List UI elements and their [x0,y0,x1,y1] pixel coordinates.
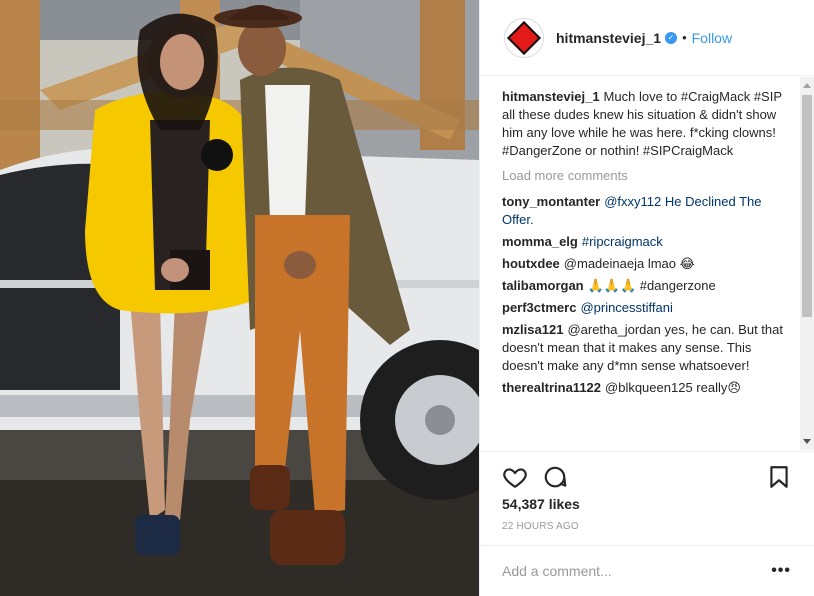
comment-item: tony_montanter @fxxy112 He Declined The O… [502,193,791,229]
action-bar [480,451,814,496]
comment-username[interactable]: perf3ctmerc [502,300,576,315]
heart-icon[interactable] [502,464,528,490]
comment-username[interactable]: tony_montanter [502,194,600,209]
post-caption: hitmansteviej_1 Much love to #CraigMack #… [502,88,791,160]
header-username[interactable]: hitmansteviej_1 [556,30,661,46]
comment-username[interactable]: momma_elg [502,234,578,249]
scroll-up-arrow-icon[interactable] [803,83,811,88]
comment-text: @princesstiffani [580,300,673,315]
comment-item: talibamorgan 🙏🙏🙏 #dangerzone [502,277,791,295]
post-timestamp: 22 HOURS AGO [502,521,579,532]
scroll-down-arrow-icon[interactable] [803,439,811,444]
comment-username[interactable]: houtxdee [502,256,560,271]
comment-item: mzlisa121 @aretha_jordan yes, he can. But… [502,321,791,375]
post-panel: hitmansteviej_1 ✓ • Follow hitmansteviej… [479,0,814,596]
comment-username[interactable]: mzlisa121 [502,322,563,337]
post-photo[interactable] [0,0,479,596]
comment-item: perf3ctmerc @princesstiffani [502,299,791,317]
avatar[interactable] [504,17,544,58]
load-more-comments-button[interactable]: Load more comments [502,168,791,183]
comment-item: houtxdee @madeinaeja lmao 😂 [502,255,791,273]
caption-username[interactable]: hitmansteviej_1 [502,89,600,104]
comments-section: hitmansteviej_1 Much love to #CraigMack #… [480,77,814,450]
header-separator: • [682,30,687,45]
comment-bubble-icon[interactable] [542,464,568,490]
verified-badge-icon: ✓ [665,31,678,44]
comment-text: @blkqueen125 really😠 [605,380,741,395]
comment-item: momma_elg #ripcraigmack [502,233,791,251]
comment-text: @madeinaeja lmao 😂 [563,256,695,271]
add-comment-input[interactable] [502,563,772,579]
follow-button[interactable]: Follow [692,30,732,46]
add-comment-bar: ••• [480,545,814,596]
post-header: hitmansteviej_1 ✓ • Follow [480,0,814,76]
photo-illustration [0,0,479,596]
diamond-logo-icon [507,20,541,55]
comment-text: #ripcraigmack [581,234,663,249]
scrollbar-thumb[interactable] [802,95,812,317]
comment-text: 🙏🙏🙏 #dangerzone [587,278,716,293]
comments-scrollbar[interactable] [800,77,814,450]
likes-count[interactable]: 54,387 likes [502,496,580,512]
bookmark-icon[interactable] [766,464,792,490]
comment-username[interactable]: talibamorgan [502,278,584,293]
comment-item: therealtrina1122 @blkqueen125 really😠 [502,379,791,397]
ellipsis-icon[interactable]: ••• [771,562,791,580]
comment-username[interactable]: therealtrina1122 [502,380,601,395]
